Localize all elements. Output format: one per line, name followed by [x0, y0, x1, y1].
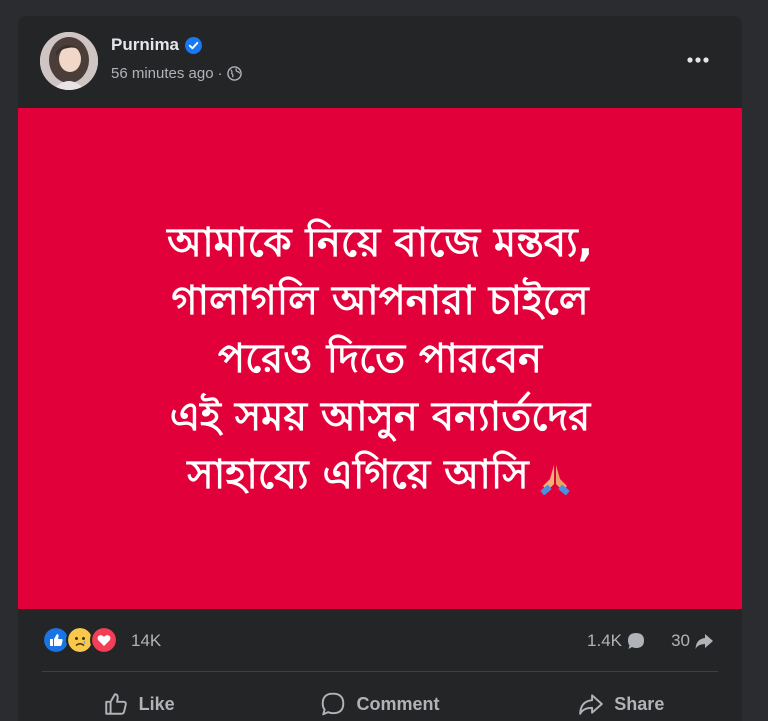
post-text-line: আমাকে নিয়ে বাজে মন্তব্য, — [167, 219, 593, 266]
share-arrow-icon — [695, 634, 713, 649]
post-meta: 56 minutes ago · — [111, 65, 242, 82]
like-button[interactable]: Like — [18, 680, 259, 721]
share-count[interactable]: 30 — [671, 631, 714, 651]
avatar-photo — [40, 32, 98, 90]
share-count-value: 30 — [671, 631, 690, 650]
post-text-line: এই সময় আসুন বন্যার্তদের — [169, 393, 591, 440]
comment-bubble-icon — [628, 633, 644, 649]
share-icon — [579, 694, 604, 715]
folded-hands-emoji — [540, 464, 570, 495]
thumbs-up-icon — [104, 693, 127, 715]
divider — [42, 671, 718, 672]
comment-icon — [322, 692, 345, 716]
post-timestamp[interactable]: 56 minutes ago — [111, 65, 214, 82]
post-image[interactable]: আমাকে নিয়ে বাজে মন্তব্য, গালাগলি আপনারা… — [18, 108, 742, 609]
meta-separator: · — [217, 65, 223, 82]
post-text-line: পরেও দিতে পারবেন — [217, 335, 543, 382]
more-horizontal-icon — [687, 57, 709, 63]
author-line: Purnima — [111, 35, 203, 55]
verified-badge-icon — [185, 36, 203, 54]
post-text-line-last: সাহায্যে এগিয়ে আসি — [187, 446, 572, 504]
globe-icon — [226, 66, 242, 81]
love-reaction-icon — [90, 626, 118, 654]
reaction-icons[interactable] — [42, 626, 118, 654]
comment-count-value: 1.4K — [587, 631, 622, 650]
comment-count[interactable]: 1.4K — [587, 631, 646, 651]
post-text-line: গালাগলি আপনারা চাইলে — [171, 277, 589, 324]
share-label: Share — [614, 693, 665, 714]
reaction-count[interactable]: 14K — [131, 631, 161, 651]
action-bar: Like Comment Share — [18, 680, 742, 721]
comment-label: Comment — [356, 693, 440, 714]
reactions-row: 14K 1.4K 30 — [18, 622, 742, 660]
share-button[interactable]: Share — [501, 680, 742, 721]
post-card: Purnima 56 minutes ago · আমাকে নিয়ে বাজ… — [18, 16, 742, 721]
post-image-text: আমাকে নিয়ে বাজে মন্তব্য, গালাগলি আপনারা… — [18, 108, 742, 609]
author-avatar[interactable] — [40, 32, 98, 90]
more-options-button[interactable] — [678, 46, 718, 74]
page-background: Purnima 56 minutes ago · আমাকে নিয়ে বাজ… — [0, 0, 768, 721]
like-label: Like — [138, 693, 175, 714]
post-text-line: সাহায্যে এগিয়ে আসি — [187, 451, 529, 498]
comment-button[interactable]: Comment — [259, 680, 500, 721]
author-name[interactable]: Purnima — [111, 35, 179, 55]
